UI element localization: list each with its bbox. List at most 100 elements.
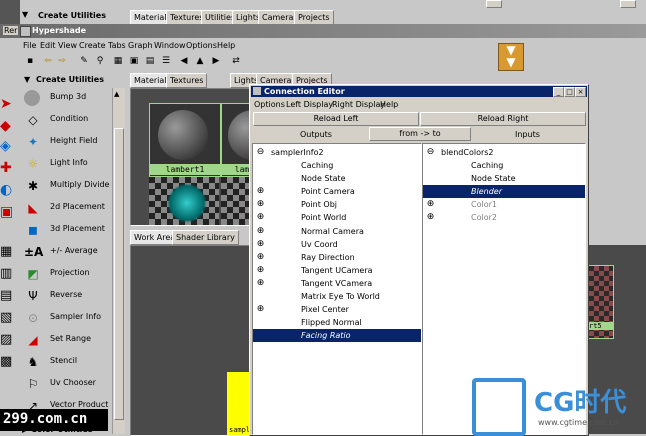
top-right-dropdown[interactable] (486, 0, 502, 8)
left-attribute-row[interactable]: Facing Ratio (253, 329, 421, 343)
ce-menu-left-display[interactable]: Left Display (286, 99, 333, 111)
menu-tabs[interactable]: Tabs (108, 40, 126, 52)
utility-sampler-info[interactable]: ⊙ Sampler Info (22, 307, 124, 329)
left-attribute-row[interactable]: ⊕ Point Camera (253, 185, 421, 198)
tool-scale-icon[interactable]: ▣ (0, 204, 18, 222)
menu-help[interactable]: Help (217, 40, 235, 52)
tool-lasso-icon[interactable]: ◆ (0, 118, 18, 136)
left-attribute-row[interactable]: Node State (253, 172, 421, 185)
ce-minimize-button[interactable]: _ (553, 87, 564, 97)
expand-icon[interactable]: ⊕ (426, 211, 435, 224)
tool-paint-icon[interactable]: ◈ (0, 138, 18, 156)
left-attribute-row[interactable]: ⊕ Point Obj (253, 198, 421, 211)
expand-icon[interactable]: ⊕ (256, 185, 265, 198)
expand-icon[interactable]: ⊕ (426, 198, 435, 211)
reload-right-button[interactable]: Reload Right (420, 112, 586, 126)
menu-view[interactable]: View (58, 40, 77, 52)
expand-icon[interactable]: ⊕ (256, 264, 265, 277)
left-attribute-row[interactable]: ⊕ Normal Camera (253, 225, 421, 238)
toolbar-link-icon[interactable]: ⚲ (94, 55, 106, 67)
utility-scrollbar[interactable]: ▲ (112, 88, 125, 434)
ce-menu-help[interactable]: Help (380, 99, 398, 111)
left-attribute-row[interactable]: ⊕ Uv Coord (253, 238, 421, 251)
menu-create[interactable]: Create (79, 40, 106, 52)
left-node-row[interactable]: ⊖ samplerInfo2 (253, 146, 421, 159)
utility-reverse[interactable]: Ψ Reverse (22, 285, 124, 307)
toolbar-graph-up-icon[interactable]: ▲ (194, 55, 206, 67)
ce-close-button[interactable]: × (575, 87, 586, 97)
left-attribute-row[interactable]: ⊕ Tangent UCamera (253, 264, 421, 277)
tool-layout-3-icon[interactable]: ▤ (0, 288, 18, 306)
right-attribute-row[interactable]: Blender (423, 185, 585, 199)
utility-set-range[interactable]: ◢ Set Range (22, 329, 124, 351)
outputs-list[interactable]: ⊖ samplerInfo2 Caching Node State ⊕ Point C… (252, 143, 422, 435)
left-attribute-row[interactable]: ⊕ Point World (253, 211, 421, 224)
utility-height-field[interactable]: ✦ Height Field (22, 131, 124, 153)
ce-maximize-button[interactable]: □ (564, 87, 575, 97)
expand-icon[interactable]: ⊕ (256, 303, 265, 316)
shelf-arrow-icon[interactable]: ▼ (22, 10, 28, 19)
expand-icon[interactable]: ⊕ (256, 277, 265, 290)
work-area[interactable]: sampl (130, 245, 252, 436)
swatch-lambert1[interactable]: lambert1 (149, 103, 221, 177)
toolbar-list-icon[interactable]: ☰ (160, 55, 172, 67)
toolbar-arrow-left-icon[interactable]: ⇦ (42, 55, 54, 67)
toolbar-pencil-icon[interactable]: ✎ (78, 55, 90, 67)
utility-stencil[interactable]: ♞ Stencil (22, 351, 124, 373)
top-right-button[interactable] (620, 0, 636, 8)
toolbar-graph-right-icon[interactable]: ▶ (210, 55, 222, 67)
scroll-thumb[interactable] (114, 128, 124, 420)
right-attribute-row[interactable]: ⊕ Color2 (423, 211, 585, 224)
work-area-node[interactable]: rt5 (588, 265, 614, 339)
expand-icon[interactable]: ⊕ (256, 198, 265, 211)
tool-layout-icon[interactable]: ▦ (0, 244, 18, 262)
left-attribute-row[interactable]: ⊕ Ray Direction (253, 251, 421, 264)
toolbar-arrow-right-icon[interactable]: ⇨ (56, 55, 68, 67)
swatch-lam[interactable]: lam (221, 103, 251, 177)
expand-icon[interactable]: ⊕ (256, 211, 265, 224)
utility-plus-minus-average[interactable]: ±A +/- Average (22, 241, 124, 263)
scroll-up-icon[interactable]: ▲ (114, 90, 119, 98)
right-attribute-row[interactable]: Node State (423, 172, 585, 185)
left-attribute-row[interactable]: Matrix Eye To World (253, 290, 421, 303)
upper-tab-textures[interactable]: Textures (166, 73, 208, 88)
right-attribute-row[interactable]: Caching (423, 159, 585, 172)
toolbar-box-icon[interactable]: ▣ (128, 55, 140, 67)
utility-condition[interactable]: ◇ Condition (22, 109, 124, 131)
swatch-checker[interactable] (149, 177, 219, 225)
left-attribute-row[interactable]: ⊕ Pixel Center (253, 303, 421, 316)
tab-shader-library[interactable]: Shader Library (172, 230, 239, 245)
expand-icon[interactable]: ⊕ (256, 251, 265, 264)
right-node-row[interactable]: ⊖ blendColors2 (423, 146, 585, 159)
collapse-icon[interactable]: ⊖ (426, 146, 435, 159)
tool-rotate-icon[interactable]: ◐ (0, 182, 18, 200)
left-attribute-row[interactable]: ⊕ Tangent VCamera (253, 277, 421, 290)
menu-file[interactable]: File (23, 40, 36, 52)
menu-graph[interactable]: Graph (128, 40, 153, 52)
toolbar-graph-left-icon[interactable]: ◀ (178, 55, 190, 67)
left-attribute-row[interactable]: Caching (253, 159, 421, 172)
tool-layout-5-icon[interactable]: ▨ (0, 332, 18, 350)
right-attribute-row[interactable]: ⊕ Color1 (423, 198, 585, 211)
tab-projects[interactable]: Projects (294, 10, 334, 25)
reload-left-button[interactable]: Reload Left (253, 112, 419, 126)
expand-icon[interactable]: ⊕ (256, 225, 265, 238)
left-attribute-row[interactable]: Flipped Normal (253, 316, 421, 329)
toolbar-pin-icon[interactable]: ▪ (24, 55, 36, 67)
toolbar-stack-icon[interactable]: ▤ (144, 55, 156, 67)
menu-edit[interactable]: Edit (40, 40, 56, 52)
toolbar-grid-icon[interactable]: ▦ (112, 55, 124, 67)
tool-layout-4-icon[interactable]: ▧ (0, 310, 18, 328)
utility-projection[interactable]: ◩ Projection (22, 263, 124, 285)
panel-arrow-icon[interactable]: ▼ (24, 75, 30, 84)
menu-window[interactable]: Window (154, 40, 186, 52)
direction-button[interactable]: from -> to (369, 127, 471, 141)
utility-uv-chooser[interactable]: ⚐ Uv Chooser (22, 373, 124, 395)
utility-bump-3d[interactable]: Bump 3d (22, 87, 124, 109)
expand-icon[interactable]: ⊕ (256, 238, 265, 251)
tool-move-icon[interactable]: ✚ (0, 160, 18, 178)
utility-2d-placement[interactable]: ◣ 2d Placement (22, 197, 124, 219)
toolbar-swap-icon[interactable]: ⇄ (230, 55, 242, 67)
tool-layout-6-icon[interactable]: ▩ (0, 354, 18, 372)
tool-select-arrow-icon[interactable]: ➤ (0, 96, 18, 114)
